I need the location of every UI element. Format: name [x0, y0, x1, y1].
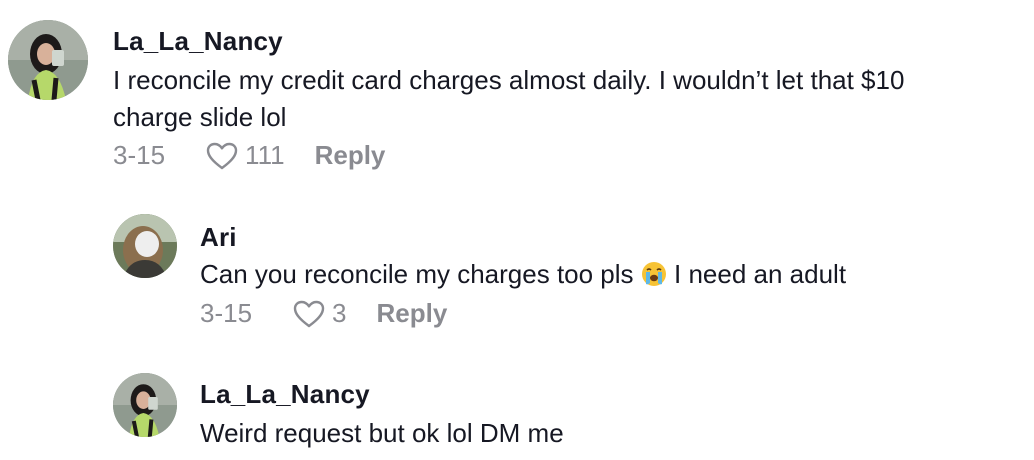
- like-count: 3: [332, 298, 347, 328]
- reply-button[interactable]: Reply: [315, 140, 386, 171]
- comment-username[interactable]: La_La_Nancy: [113, 26, 283, 57]
- avatar[interactable]: [8, 20, 88, 100]
- comment-username[interactable]: Ari: [200, 222, 237, 253]
- comment-date: 3-15: [113, 140, 166, 170]
- comment-username[interactable]: La_La_Nancy: [200, 379, 370, 410]
- avatar-photo-icon: [8, 20, 88, 100]
- comment-date: 3-15: [200, 298, 253, 328]
- comment-meta: 3-15 3 Reply: [200, 298, 447, 329]
- comment-text: I reconcile my credit card charges almos…: [113, 62, 904, 136]
- comment-text-segment: I need an adult: [666, 259, 847, 289]
- avatar[interactable]: [113, 214, 177, 278]
- like-button[interactable]: 3: [292, 298, 347, 329]
- reply-button[interactable]: Reply: [377, 298, 448, 329]
- comment-text: Weird request but ok lol DM me: [200, 418, 564, 448]
- comment-meta: 3-15 111 Reply: [113, 140, 385, 171]
- avatar[interactable]: [113, 373, 177, 437]
- comment-text-segment: Can you reconcile my charges too pls: [200, 259, 641, 289]
- heart-outline-icon: [206, 142, 238, 169]
- heart-outline-icon: [293, 300, 325, 327]
- like-count: 111: [245, 140, 285, 170]
- like-button[interactable]: 111: [205, 140, 285, 171]
- comment-text-line: I reconcile my credit card charges almos…: [113, 65, 905, 95]
- avatar-photo-icon: [113, 373, 177, 437]
- loudly-crying-face-icon: [641, 262, 666, 286]
- comment-text-line: charge slide lol: [113, 102, 287, 132]
- avatar-photo-icon: [113, 214, 177, 278]
- comment-text: Can you reconcile my charges too pls I n…: [200, 256, 846, 293]
